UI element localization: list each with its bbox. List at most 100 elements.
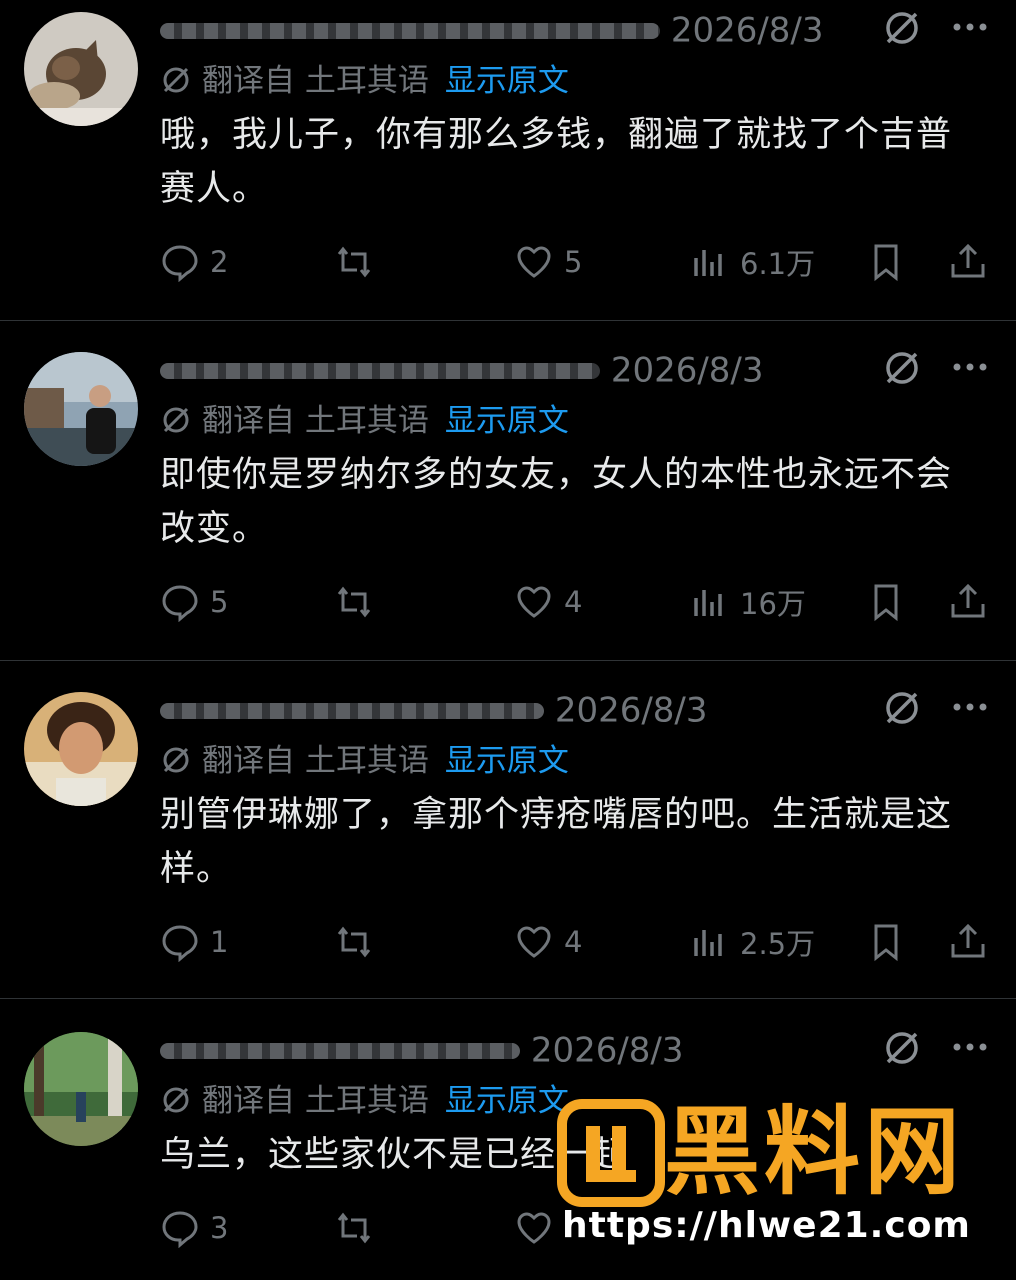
translate-icon[interactable] bbox=[882, 348, 922, 388]
reply-icon bbox=[162, 1211, 198, 1248]
post-header: 2026/8/3 bbox=[160, 684, 860, 734]
share-icon bbox=[951, 243, 985, 278]
username-redacted[interactable] bbox=[160, 1042, 520, 1059]
bookmark-icon bbox=[874, 924, 898, 962]
avatar[interactable] bbox=[24, 12, 138, 126]
repost-button[interactable] bbox=[334, 1204, 374, 1252]
bookmark-button[interactable] bbox=[866, 918, 906, 966]
more-options-icon[interactable] bbox=[952, 22, 988, 32]
show-original-link[interactable]: 显示原文 bbox=[445, 403, 569, 439]
watermark-url: https://hlwe21.com bbox=[562, 1205, 971, 1246]
repost-icon bbox=[337, 586, 371, 618]
views-button[interactable]: 16万 bbox=[690, 578, 806, 626]
view-count: 2.5万 bbox=[740, 927, 816, 961]
show-original-link[interactable]: 显示原文 bbox=[445, 743, 569, 779]
bookmark-button[interactable] bbox=[866, 238, 906, 286]
repost-icon bbox=[337, 246, 371, 278]
like-button[interactable]: 4 bbox=[514, 578, 582, 626]
translated-icon bbox=[163, 407, 189, 433]
cat-avatar-icon bbox=[24, 12, 138, 126]
more-options-icon[interactable] bbox=[952, 1042, 988, 1052]
action-bar: 5 4 16万 bbox=[160, 578, 1000, 626]
like-button[interactable]: 4 bbox=[514, 918, 582, 966]
repost-button[interactable] bbox=[334, 578, 374, 626]
reply-feed: 2026/8/3 翻译自 土耳其语 显示原文 哦，我儿子，你有那么多钱，翻遍了就找… bbox=[0, 0, 1016, 1280]
views-button[interactable]: 2.5万 bbox=[690, 918, 815, 966]
more-options-icon[interactable] bbox=[952, 702, 988, 712]
post-header: 2026/8/3 bbox=[160, 4, 860, 54]
reply-button[interactable]: 5 bbox=[160, 578, 228, 626]
post-date[interactable]: 2026/8/3 bbox=[671, 11, 824, 51]
repost-button[interactable] bbox=[334, 238, 374, 286]
post-header: 2026/8/3 bbox=[160, 1024, 860, 1074]
username-redacted[interactable] bbox=[160, 702, 544, 719]
views-chart-icon bbox=[694, 930, 722, 956]
translated-from-label: 翻译自 土耳其语 bbox=[202, 63, 429, 99]
post-text: 即使你是罗纳尔多的女友，女人的本性也永远不会改变。 bbox=[160, 455, 953, 549]
post-date[interactable]: 2026/8/3 bbox=[611, 351, 764, 391]
like-count: 5 bbox=[564, 245, 583, 279]
heart-icon bbox=[517, 1212, 551, 1244]
heart-icon bbox=[517, 586, 551, 618]
avatar[interactable] bbox=[24, 352, 138, 466]
post-text: 哦，我儿子，你有那么多钱，翻遍了就找了个吉普赛人。 bbox=[160, 115, 953, 209]
post-date[interactable]: 2026/8/3 bbox=[555, 691, 708, 731]
like-count: 4 bbox=[564, 925, 583, 959]
post-divider bbox=[0, 998, 1016, 999]
watermark-brand: 黑料网 bbox=[664, 1096, 964, 1208]
translation-notice: 翻译自 土耳其语 显示原文 bbox=[160, 58, 569, 104]
translated-from-label: 翻译自 土耳其语 bbox=[202, 403, 429, 439]
reply-button[interactable]: 1 bbox=[160, 918, 228, 966]
reply-button[interactable]: 3 bbox=[160, 1204, 228, 1252]
post-divider bbox=[0, 660, 1016, 661]
views-chart-icon bbox=[694, 590, 722, 616]
share-button[interactable] bbox=[948, 578, 988, 626]
action-bar: 2 5 6.1万 bbox=[160, 238, 1000, 286]
translation-notice: 翻译自 土耳其语 显示原文 bbox=[160, 398, 569, 444]
avatar[interactable] bbox=[24, 1032, 138, 1146]
translated-from-label: 翻译自 土耳其语 bbox=[202, 1083, 429, 1119]
reply-button[interactable]: 2 bbox=[160, 238, 228, 286]
translate-icon[interactable] bbox=[882, 1028, 922, 1068]
like-button[interactable] bbox=[514, 1204, 554, 1252]
reply-post[interactable]: 2026/8/3 翻译自 土耳其语 显示原文 别管伊琳娜了，拿那个痔疮嘴唇的吧。生… bbox=[0, 680, 1016, 1000]
reply-post[interactable]: 2026/8/3 翻译自 土耳其语 显示原文 哦，我儿子，你有那么多钱，翻遍了就找… bbox=[0, 0, 1016, 320]
reply-count: 5 bbox=[210, 585, 229, 619]
brand-logo-icon bbox=[557, 1099, 665, 1207]
views-button[interactable]: 6.1万 bbox=[690, 238, 815, 286]
more-options-icon[interactable] bbox=[952, 362, 988, 372]
view-count: 16万 bbox=[740, 587, 806, 621]
share-button[interactable] bbox=[948, 918, 988, 966]
translate-icon[interactable] bbox=[882, 688, 922, 728]
views-chart-icon bbox=[694, 250, 722, 276]
man-by-canal-avatar-icon bbox=[24, 352, 138, 466]
show-original-link[interactable]: 显示原文 bbox=[445, 1083, 569, 1119]
reply-icon bbox=[162, 925, 198, 962]
repost-icon bbox=[337, 926, 371, 958]
view-count: 6.1万 bbox=[740, 247, 816, 281]
action-bar: 1 4 2.5万 bbox=[160, 918, 1000, 966]
repost-button[interactable] bbox=[334, 918, 374, 966]
reply-count: 1 bbox=[210, 925, 229, 959]
translated-icon bbox=[163, 747, 189, 773]
reply-post[interactable]: 2026/8/3 翻译自 土耳其语 显示原文 即使你是罗纳尔多的女友，女人的本性也… bbox=[0, 340, 1016, 660]
post-divider bbox=[0, 320, 1016, 321]
like-button[interactable]: 5 bbox=[514, 238, 582, 286]
forest-avatar-icon bbox=[24, 1032, 138, 1146]
repost-icon bbox=[337, 1212, 371, 1244]
username-redacted[interactable] bbox=[160, 22, 660, 39]
share-button[interactable] bbox=[948, 238, 988, 286]
translated-icon bbox=[163, 67, 189, 93]
avatar[interactable] bbox=[24, 692, 138, 806]
reply-count: 3 bbox=[210, 1211, 229, 1245]
post-date[interactable]: 2026/8/3 bbox=[531, 1031, 684, 1071]
show-original-link[interactable]: 显示原文 bbox=[445, 63, 569, 99]
bookmark-button[interactable] bbox=[866, 578, 906, 626]
translate-icon[interactable] bbox=[882, 8, 922, 48]
share-icon bbox=[951, 923, 985, 958]
reply-icon bbox=[162, 585, 198, 622]
translated-from-label: 翻译自 土耳其语 bbox=[202, 743, 429, 779]
username-redacted[interactable] bbox=[160, 362, 600, 379]
translation-notice: 翻译自 土耳其语 显示原文 bbox=[160, 1078, 569, 1124]
heart-icon bbox=[517, 246, 551, 278]
